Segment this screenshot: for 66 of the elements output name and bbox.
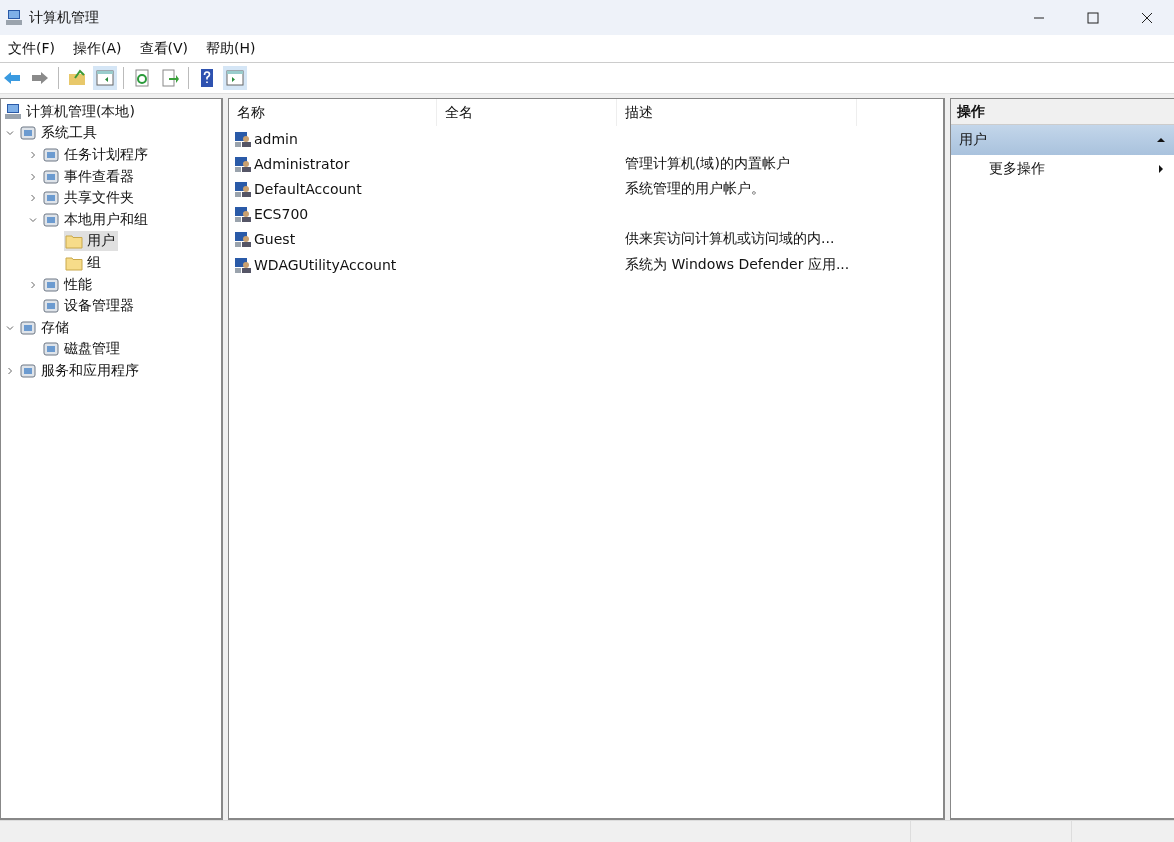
tree-pane-button[interactable] [93, 66, 117, 90]
chevron-icon[interactable] [28, 150, 38, 160]
column-header[interactable]: 全名 [437, 99, 617, 126]
actions-title: 操作 [951, 99, 1174, 125]
user-description: 管理计算机(域)的内置帐户 [625, 154, 790, 173]
menu-item[interactable]: 查看(V) [137, 37, 190, 60]
console-node-icon [42, 146, 60, 164]
chevron-icon[interactable] [5, 365, 15, 376]
user-icon [234, 154, 252, 173]
computer-icon [4, 102, 22, 121]
user-name[interactable]: Guest [254, 231, 296, 248]
folder-up-icon [67, 68, 87, 88]
tree-item[interactable]: 设备管理器 [41, 296, 137, 317]
user-description: 系统为 Windows Defender 应用... [625, 255, 850, 274]
user-icon [234, 179, 252, 198]
menu-item[interactable]: 操作(A) [71, 37, 124, 60]
action-item[interactable]: 更多操作 [989, 160, 1045, 178]
tree-item[interactable]: 计算机管理(本地) [3, 101, 138, 122]
tree-item[interactable]: 服务和应用程序 [18, 360, 142, 381]
tree-item[interactable]: 存储 [18, 317, 72, 338]
console-node-icon [19, 124, 37, 143]
user-name[interactable]: admin [254, 130, 298, 147]
folder-icon [65, 232, 83, 251]
user-name[interactable]: ECS700 [254, 206, 309, 223]
tree-item[interactable]: 用户 [64, 231, 118, 252]
submenu-arrow-icon [1156, 164, 1166, 174]
tree-item[interactable]: 共享文件夹 [41, 188, 137, 209]
user-name[interactable]: WDAGUtilityAccount [254, 256, 397, 273]
user-icon [234, 129, 252, 148]
computer-icon [5, 8, 23, 27]
tree-item[interactable]: 组 [64, 252, 104, 273]
console-node-icon [42, 210, 60, 229]
console-node-icon [42, 297, 60, 316]
user-icon [234, 255, 252, 274]
tree-item[interactable]: 任务计划程序 [41, 145, 151, 165]
user-icon [234, 230, 252, 249]
console-node-icon [42, 340, 60, 359]
user-description: 系统管理的用户帐户。 [625, 179, 765, 198]
user-name[interactable]: Administrator [254, 155, 350, 172]
tree-item[interactable]: 系统工具 [18, 123, 100, 144]
export-list-icon [160, 68, 180, 88]
console-node-icon [19, 361, 37, 380]
window-title: 计算机管理 [29, 8, 99, 27]
console-node-icon [19, 318, 37, 337]
user-name[interactable]: DefaultAccount [254, 180, 362, 197]
chevron-icon[interactable] [28, 279, 38, 290]
column-header[interactable]: 描述 [617, 99, 857, 126]
menu-item[interactable]: 帮助(H) [204, 37, 258, 60]
tree-item[interactable]: 事件查看器 [41, 166, 137, 187]
tree-item[interactable]: 磁盘管理 [41, 339, 123, 360]
collapse-icon[interactable] [1156, 135, 1166, 145]
user-description: 供来宾访问计算机或访问域的内... [625, 230, 835, 249]
chevron-icon[interactable] [28, 193, 38, 204]
console-node-icon [42, 275, 60, 294]
menu-item[interactable]: 文件(F) [6, 37, 57, 60]
action-pane-icon [225, 68, 245, 88]
tree-pane-icon [95, 68, 115, 88]
user-icon [234, 205, 252, 224]
tree-item[interactable]: 性能 [41, 274, 95, 295]
chevron-icon[interactable] [28, 171, 38, 182]
action-section-header[interactable]: 用户 [951, 125, 1174, 155]
tree-item[interactable]: 本地用户和组 [41, 209, 151, 230]
column-header[interactable]: 名称 [229, 99, 437, 126]
console-node-icon [42, 189, 60, 208]
refresh-icon [132, 68, 152, 88]
console-node-icon [42, 167, 60, 186]
